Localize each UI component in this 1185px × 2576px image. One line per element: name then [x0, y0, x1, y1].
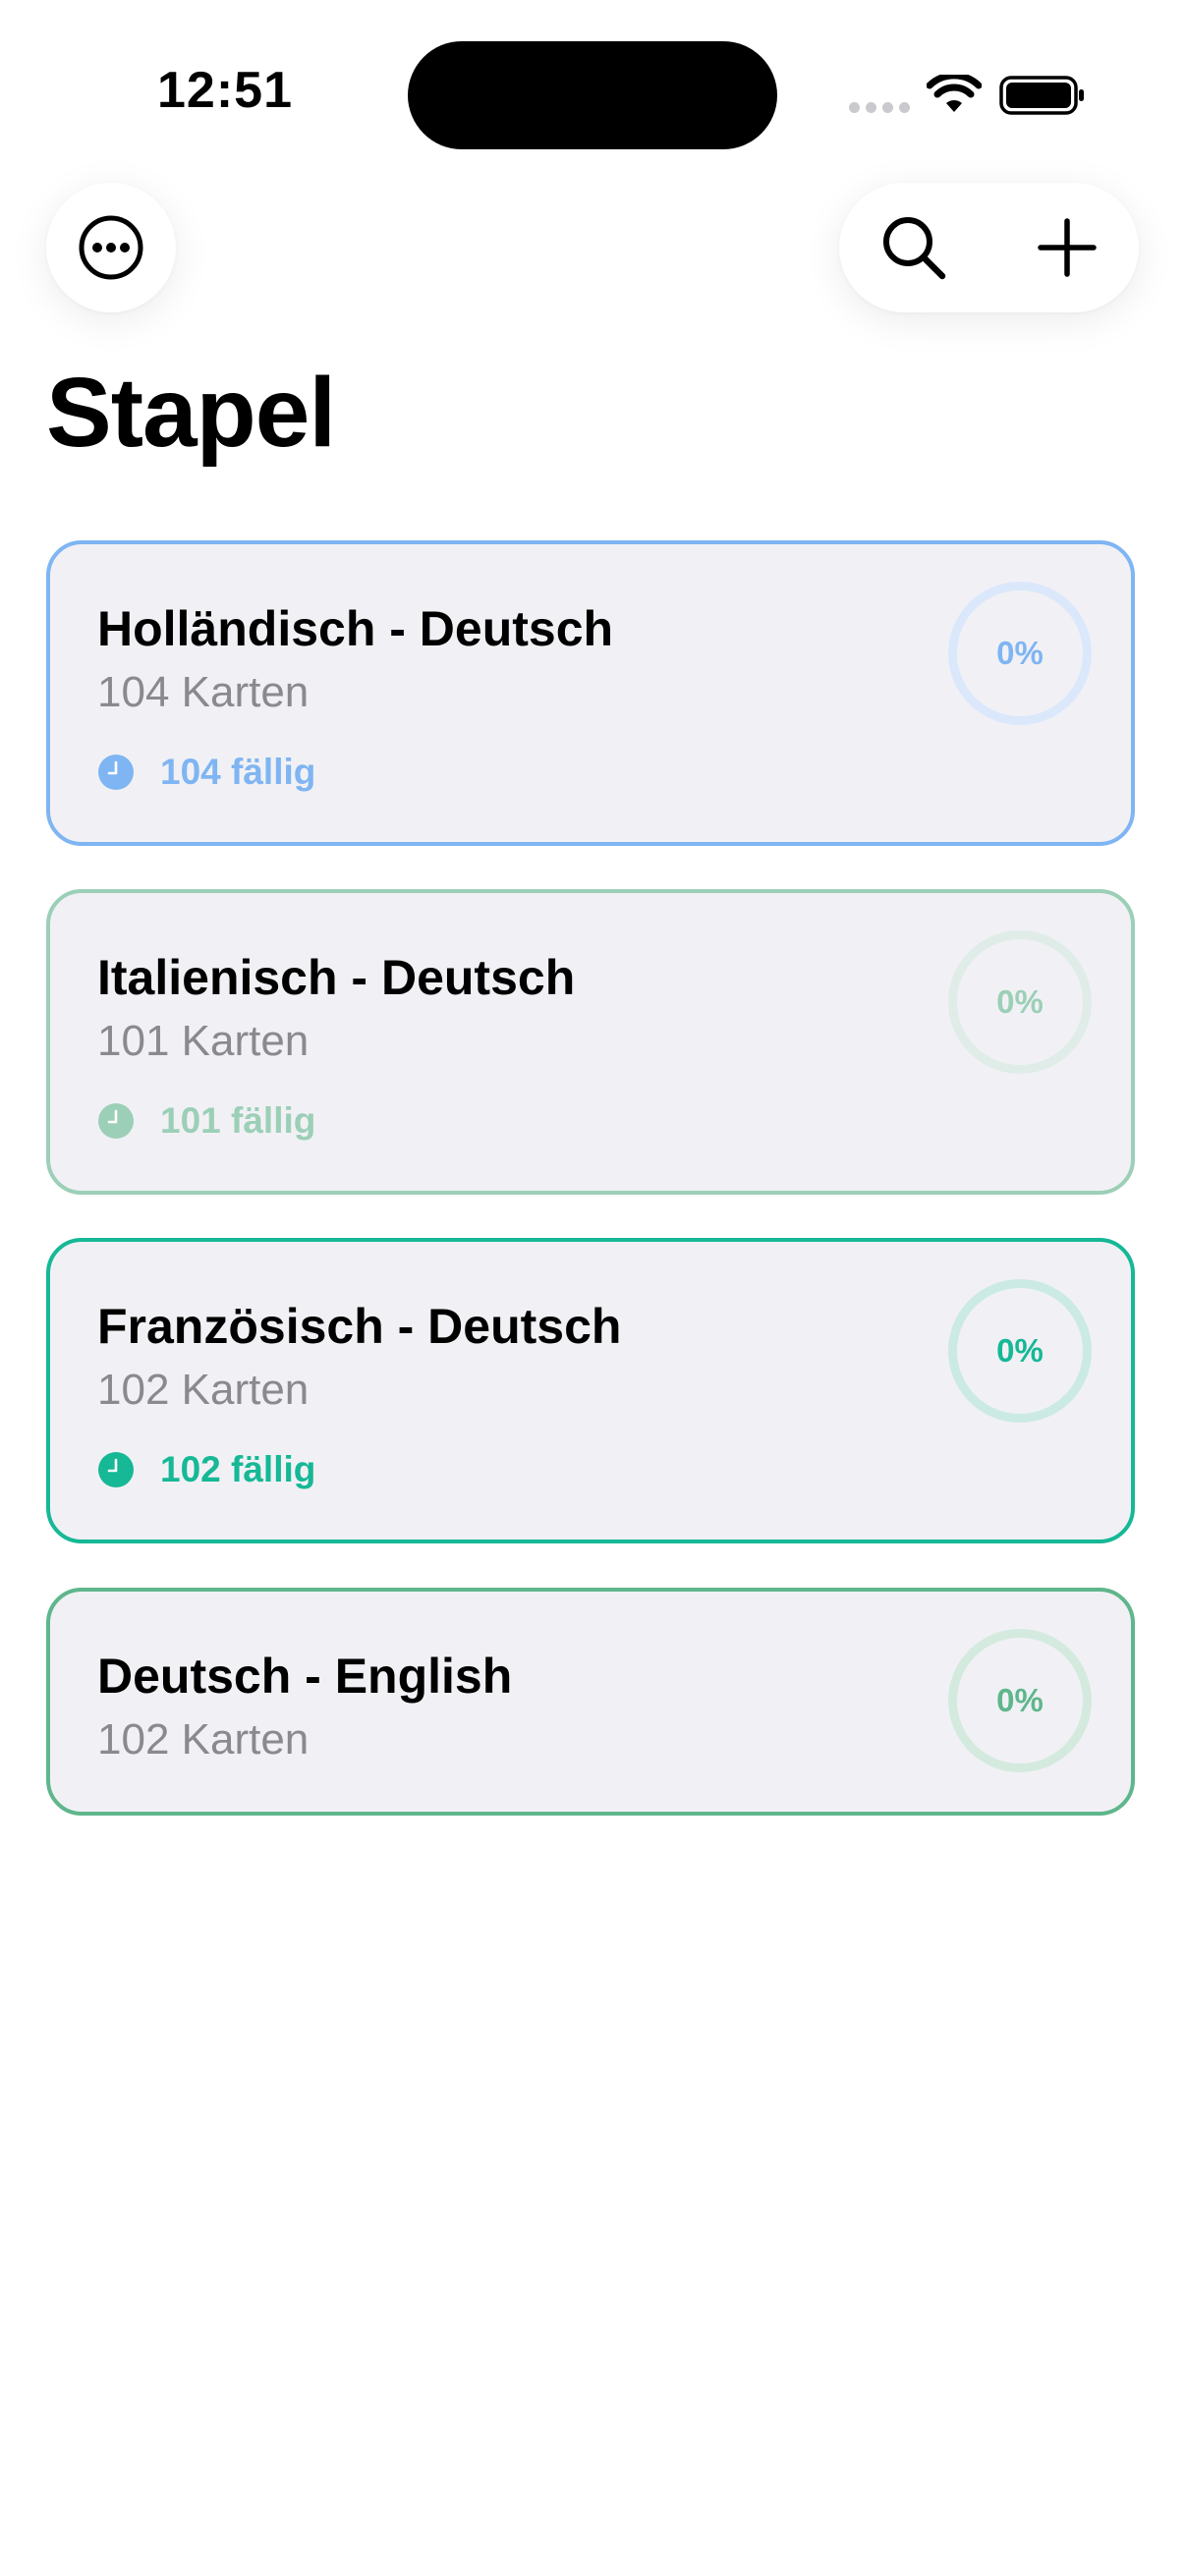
deck-card[interactable]: Holländisch - Deutsch 104 Karten 104 fäl… [46, 540, 1135, 846]
deck-title: Deutsch - English [97, 1649, 513, 1704]
deck-card-count: 102 Karten [97, 1366, 310, 1414]
deck-due: 104 fällig [97, 751, 315, 794]
wifi-icon [927, 75, 982, 112]
status-time: 12:51 [157, 62, 293, 119]
deck-due-label: 104 fällig [160, 752, 316, 792]
clock-icon [98, 1103, 134, 1139]
deck-due: 102 fällig [97, 1448, 315, 1491]
deck-title: Französisch - Deutsch [97, 1299, 622, 1354]
deck-title: Italienisch - Deutsch [97, 950, 576, 1005]
magnifier-icon [883, 217, 946, 280]
progress-label: 0% [996, 1332, 1044, 1369]
toolbar-pill [839, 183, 1139, 312]
cellular-signal-icon [849, 102, 910, 113]
progress-label: 0% [996, 635, 1044, 671]
progress-ring: 0% [948, 930, 1092, 1074]
deck-due-label: 102 fällig [160, 1449, 316, 1489]
deck-title: Holländisch - Deutsch [97, 601, 614, 656]
deck-due: 101 fällig [97, 1099, 315, 1143]
clock-icon [98, 1452, 134, 1487]
plus-icon [1038, 218, 1097, 277]
progress-label: 0% [996, 1682, 1044, 1718]
deck-card-count: 102 Karten [97, 1715, 310, 1764]
deck-card-count: 104 Karten [97, 668, 310, 716]
deck-card[interactable]: Deutsch - English 102 Karten 0% [46, 1588, 1135, 1816]
page-title: Stapel [46, 358, 336, 468]
progress-label: 0% [996, 983, 1044, 1020]
deck-card[interactable]: Französisch - Deutsch 102 Karten 102 fäl… [46, 1238, 1135, 1543]
more-button[interactable] [46, 183, 176, 312]
clock-icon [98, 755, 134, 790]
progress-ring: 0% [948, 1629, 1092, 1772]
deck-card-count: 101 Karten [97, 1017, 310, 1065]
dynamic-island [408, 41, 777, 149]
deck-card[interactable]: Italienisch - Deutsch 101 Karten 101 fäl… [46, 889, 1135, 1195]
battery-icon [999, 76, 1084, 115]
add-button[interactable] [1002, 183, 1132, 312]
progress-ring: 0% [948, 582, 1092, 725]
search-button[interactable] [849, 183, 979, 312]
progress-ring: 0% [948, 1279, 1092, 1423]
deck-due-label: 101 fällig [160, 1100, 316, 1141]
ellipsis-circle-icon [79, 215, 143, 280]
